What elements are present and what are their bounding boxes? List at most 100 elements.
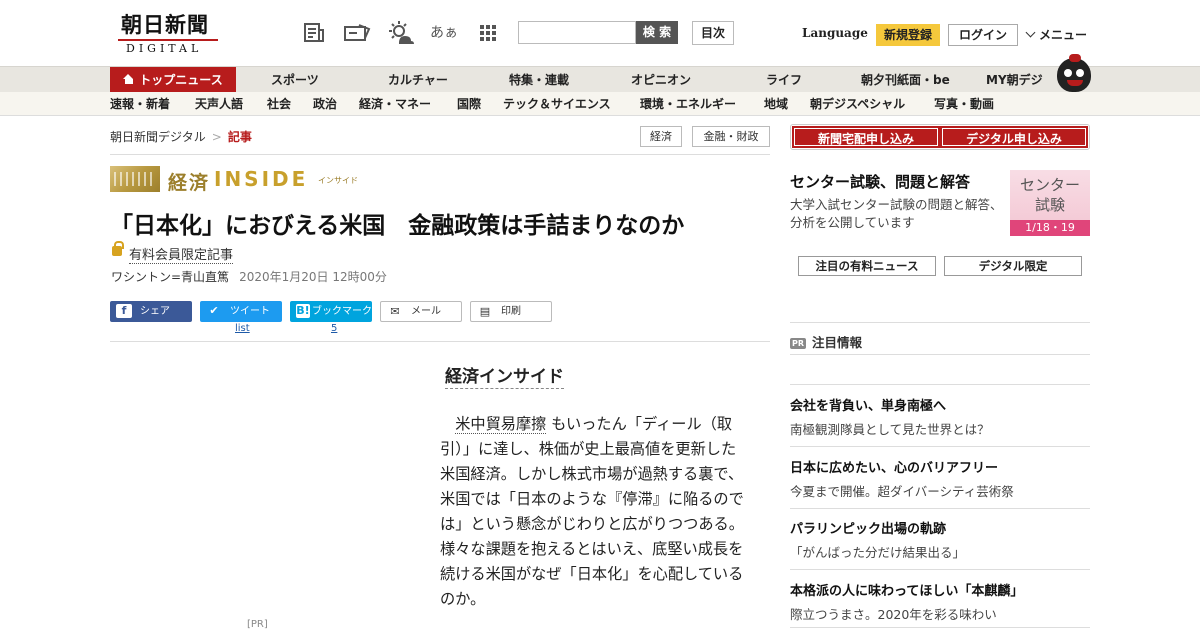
subnav-item-region[interactable]: 地域 — [764, 92, 788, 116]
divider — [110, 154, 770, 155]
apps-grid-icon[interactable] — [476, 21, 500, 45]
subnav-item-international[interactable]: 国際 — [457, 92, 481, 116]
tab-paid-news[interactable]: 注目の有料ニュース — [798, 256, 936, 276]
kicker-text-2: INSIDE — [214, 167, 309, 191]
main-nav: トップニュース スポーツ カルチャー 特集・連載 オピニオン ライフ 朝夕刊紙面… — [0, 66, 1200, 93]
newspaper-icon[interactable] — [302, 21, 326, 45]
nav-item-sports[interactable]: スポーツ — [271, 67, 319, 93]
pr-item[interactable]: パラリンピック出場の軌跡「がんばった分だけ結果出る」 — [790, 518, 1090, 561]
pr-item-title: 日本に広めたい、心のバリアフリー — [790, 461, 999, 476]
site-logo[interactable]: 朝日新聞 DIGITAL — [118, 14, 230, 55]
mascot-hat — [1069, 54, 1081, 62]
newspaper-subscribe-button[interactable]: 新聞宅配申し込み — [792, 126, 940, 148]
tag-finance[interactable]: 金融・財政 — [692, 126, 770, 147]
bookmark-count[interactable]: 5 — [331, 323, 337, 334]
digital-subscribe-button[interactable]: デジタル申し込み — [940, 126, 1088, 148]
author: ワシントン=青山直篤 — [111, 270, 230, 284]
nav-item-culture[interactable]: カルチャー — [388, 67, 448, 93]
subnav-item-economy[interactable]: 経済・マネー — [359, 92, 431, 116]
subnav-item-tech[interactable]: テック＆サイエンス — [503, 92, 611, 116]
subnav-item-photo[interactable]: 写真・動画 — [934, 92, 994, 116]
mascot-icon[interactable] — [1057, 54, 1091, 92]
pr-item-title: 本格派の人に味わってほしい「本麒麟」 — [790, 584, 1024, 599]
bookmark-label: ブックマーク — [312, 306, 372, 317]
pr-item[interactable]: 会社を背負い、単身南極へ 南極観測隊員として見た世界とは？ — [790, 395, 1090, 438]
banner-date: 1/18・19 — [1010, 220, 1090, 236]
logo-digital: DIGITAL — [118, 39, 218, 55]
breadcrumb-separator: > — [211, 130, 222, 144]
promo-description: 大学入試センター試験の問題と解答、分析を公開しています — [790, 197, 1003, 230]
paid-members-label[interactable]: 有料会員限定記事 — [129, 244, 234, 264]
mascot-eye-right — [1076, 69, 1084, 77]
body-text: もいったん「ディール（取引）」に達し、株価が史上最高値を更新した米国経済。しかし… — [440, 415, 744, 608]
kicker-text-1: 経済 — [168, 172, 211, 194]
nav-item-opinion[interactable]: オピニオン — [631, 67, 691, 93]
subnav-item-society[interactable]: 社会 — [267, 92, 291, 116]
pr-item-subtitle: 「がんばった分だけ結果出る」 — [790, 545, 966, 560]
print-button[interactable]: ▤ 印刷 — [470, 301, 552, 322]
nav-item-paper[interactable]: 朝夕刊紙面・be — [861, 67, 950, 93]
twitter-bird-icon: ✔ — [209, 304, 219, 317]
search-input[interactable] — [518, 21, 636, 44]
page: { "header": { "logo_kanji": "朝日新聞", "log… — [0, 0, 1200, 630]
tweet-count[interactable]: list — [235, 323, 250, 334]
topic-link[interactable]: 米中貿易摩擦 — [455, 415, 547, 434]
divider — [790, 446, 1090, 447]
mascot-eye-left — [1064, 69, 1072, 77]
nav-item-top-news[interactable]: トップニュース — [110, 67, 236, 93]
divider — [790, 384, 1090, 385]
kicker-logo-graphic — [110, 166, 160, 192]
subnav-item-breaking[interactable]: 速報・新着 — [110, 92, 170, 116]
pr-heading-label: 注目情報 — [812, 335, 863, 350]
breadcrumb-home[interactable]: 朝日新聞デジタル — [110, 130, 206, 144]
search-button[interactable]: 検 索 — [636, 21, 678, 44]
series-kicker[interactable]: 経済 INSIDE インサイド — [110, 166, 360, 194]
mascot-mouth — [1067, 80, 1083, 86]
pr-item[interactable]: 日本に広めたい、心のバリアフリー 今夏まで開催。超ダイバーシティ芸術祭 — [790, 457, 1090, 500]
site-header: 朝日新聞 DIGITAL あぁ 検 索 目次 Language 新規登録 ログイ… — [0, 0, 1200, 66]
banner-text-2: 試験 — [1034, 196, 1065, 214]
coupon-icon[interactable] — [343, 21, 371, 45]
article-body: 米中貿易摩擦 もいったん「ディール（取引）」に達し、株価が史上最高値を更新した米… — [440, 412, 746, 612]
menu-button[interactable]: メニュー — [1025, 26, 1088, 43]
pr-item-subtitle: 今夏まで開催。超ダイバーシティ芸術祭 — [790, 484, 1014, 499]
menu-label: メニュー — [1039, 28, 1088, 42]
nav-item-features[interactable]: 特集・連載 — [509, 67, 569, 93]
share-label: シェア — [140, 306, 170, 317]
chevron-down-icon — [1025, 27, 1036, 38]
lock-icon — [112, 241, 124, 256]
subnav-item-tenseijingo[interactable]: 天声人語 — [195, 92, 243, 116]
subnav-item-environment[interactable]: 環境・エネルギー — [640, 92, 736, 116]
banner-text-1: センター — [1019, 176, 1080, 194]
nav-item-my-asadigi[interactable]: MY朝デジ — [986, 67, 1043, 93]
divider — [110, 341, 770, 342]
tab-digital-only[interactable]: デジタル限定 — [944, 256, 1082, 276]
weather-icon[interactable] — [387, 21, 415, 45]
pr-item-subtitle: 際立つうまさ。2020年を彩る味わい — [790, 607, 997, 622]
nav-item-label: トップニュース — [139, 73, 223, 87]
pr-item-title: パラリンピック出場の軌跡 — [790, 522, 947, 537]
subnav-item-special[interactable]: 朝デジスペシャル — [810, 92, 905, 116]
index-button[interactable]: 目次 — [692, 21, 734, 45]
pr-section-heading: PR 注目情報 — [790, 332, 862, 351]
pr-item[interactable]: 本格派の人に味わってほしい「本麒麟」 際立つうまさ。2020年を彩る味わい — [790, 580, 1090, 623]
promo-title[interactable]: センター試験、問題と解答 — [790, 171, 970, 192]
font-size-icon[interactable]: あぁ — [430, 21, 458, 45]
center-exam-banner[interactable]: センター 試験 1/18・19 — [1010, 170, 1090, 236]
login-button[interactable]: ログイン — [948, 24, 1018, 46]
home-icon-body — [125, 79, 134, 84]
hatena-bookmark-button[interactable]: B! ブックマーク — [290, 301, 372, 322]
facebook-share-button[interactable]: f シェア — [110, 301, 192, 322]
nav-item-life[interactable]: ライフ — [766, 67, 802, 93]
article-title: 「日本化」におびえる米国 金融政策は手詰まりなのか — [110, 212, 685, 239]
mail-button[interactable]: ✉ メール — [380, 301, 462, 322]
register-button[interactable]: 新規登録 — [876, 24, 940, 46]
tag-economy[interactable]: 経済 — [640, 126, 682, 147]
tweet-button[interactable]: ✔ ツイート — [200, 301, 282, 322]
printer-icon: ▤ — [479, 305, 491, 318]
breadcrumb-current: 記事 — [227, 130, 252, 144]
subnav-item-politics[interactable]: 政治 — [313, 92, 337, 116]
language-link[interactable]: Language — [802, 26, 868, 40]
pr-item-title: 会社を背負い、単身南極へ — [790, 399, 947, 414]
mail-label: メール — [411, 306, 441, 317]
